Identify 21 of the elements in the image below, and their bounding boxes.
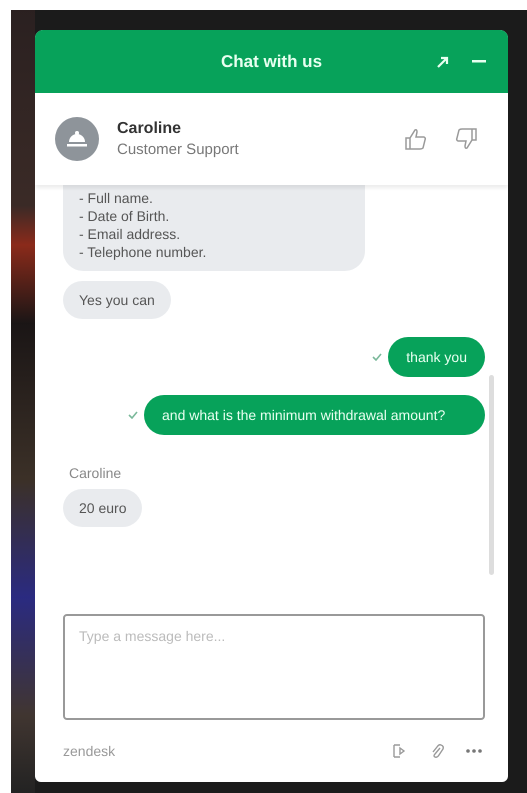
agent-role: Customer Support [117,141,240,158]
agent-message: 20 euro [63,489,142,527]
agent-message: Yes you can [63,281,171,319]
thumbs-down-icon [454,128,478,150]
widget-title: Chat with us [220,52,324,72]
visitor-message: and what is the minimum withdrawal amount? [144,395,485,435]
arrow-icon [436,54,450,68]
thumbs-up-icon [404,128,428,150]
scrollbar[interactable] [489,375,494,575]
paperclip-icon [430,743,444,759]
agent-message: - Full name. - Date of Birth. - Email address. - Telephone number. [63,185,365,271]
agent-name: Caroline [117,120,182,138]
visitor-message: thank you [388,337,485,377]
avatar-icon [55,117,99,161]
brand-label: zendesk [63,743,116,759]
more-icon [466,749,482,753]
message-input[interactable]: Type a message here... [63,614,485,720]
sender-name: Caroline [69,465,122,481]
minimize-icon [472,60,486,63]
exit-icon [392,743,408,759]
more-button[interactable] [464,747,484,755]
